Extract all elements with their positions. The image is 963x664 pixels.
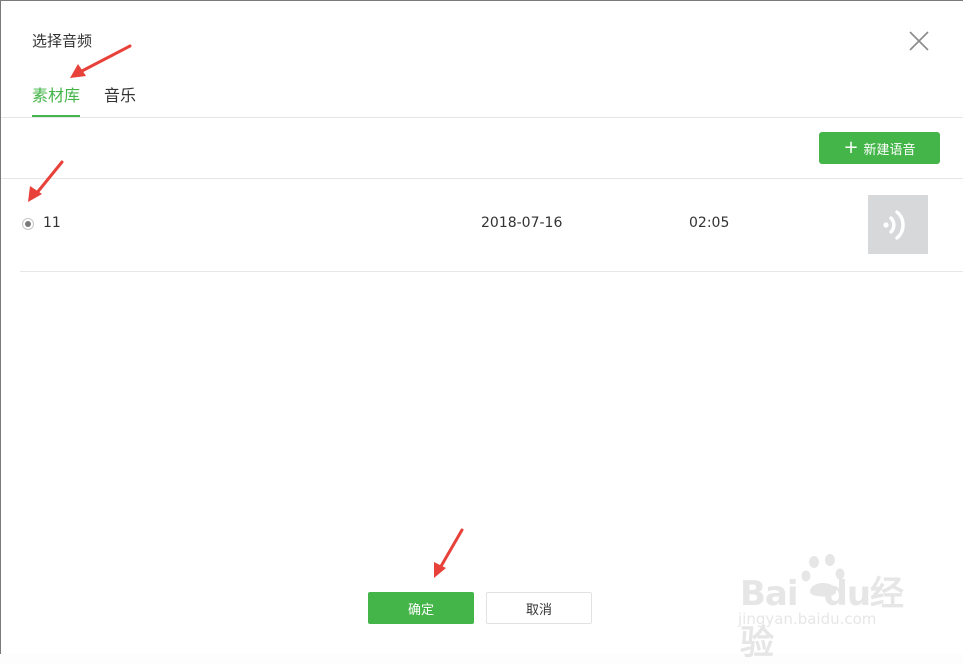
new-voice-button[interactable]: + 新建语音 <box>819 132 940 164</box>
radio-selected-dot <box>25 221 31 227</box>
cancel-button[interactable]: 取消 <box>486 592 592 624</box>
close-icon[interactable] <box>906 28 932 54</box>
close-button[interactable] <box>906 28 932 54</box>
audio-name: 11 <box>43 215 61 231</box>
dialog-title: 选择音频 <box>32 32 93 50</box>
paw-logo-icon <box>801 554 845 597</box>
audio-date: 2018-07-16 <box>481 215 563 231</box>
audio-thumbnail[interactable] <box>868 195 928 254</box>
tab-material-library[interactable]: 素材库 <box>32 84 80 108</box>
audio-wave-icon <box>883 210 905 240</box>
plus-icon: + <box>843 137 859 158</box>
new-voice-label: 新建语音 <box>863 142 916 158</box>
select-radio[interactable] <box>22 218 34 230</box>
tabs-divider <box>0 117 963 118</box>
tab-music[interactable]: 音乐 <box>104 84 136 108</box>
baidu-jingyan-watermark: Bai du经验 jingyan.baidu.com <box>738 548 918 663</box>
list-item[interactable]: 11 2018-07-16 02:05 <box>20 179 963 272</box>
audio-duration: 02:05 <box>689 215 730 231</box>
confirm-button[interactable]: 确定 <box>368 592 474 624</box>
watermark-url: jingyan.baidu.com <box>738 610 877 628</box>
